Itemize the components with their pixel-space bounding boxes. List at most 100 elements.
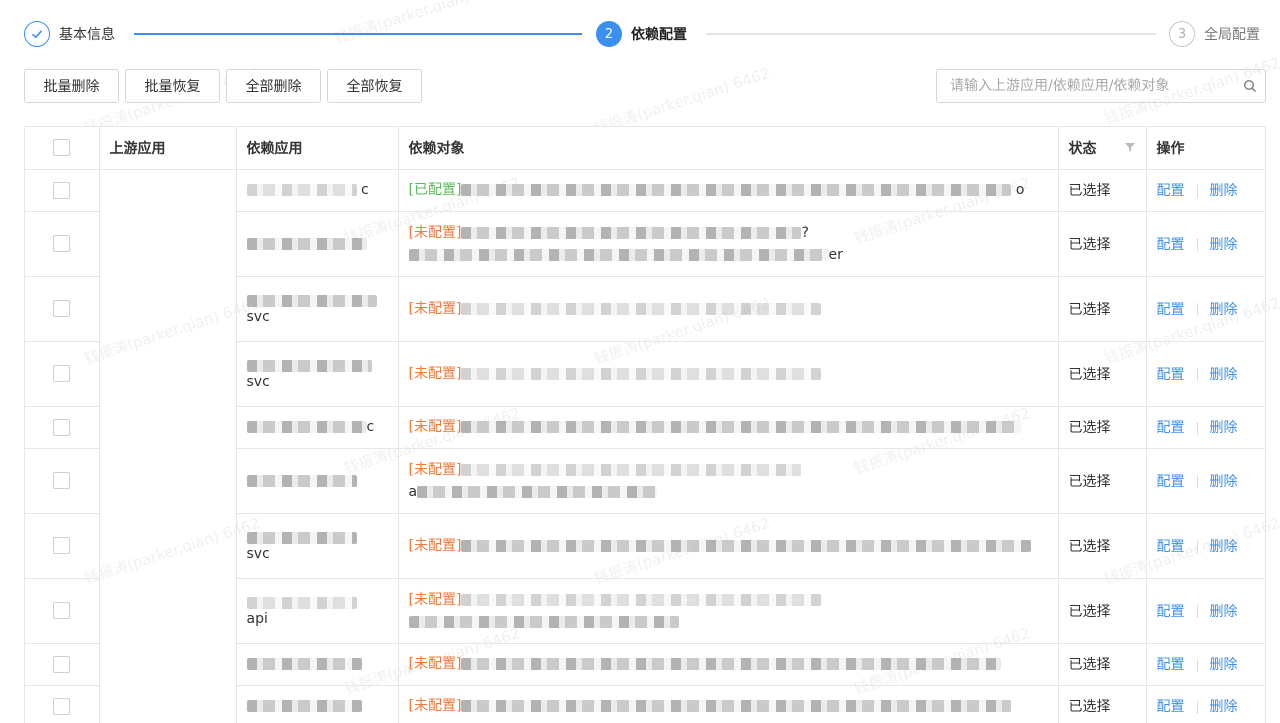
upstream-app-cell: [98, 169, 236, 723]
row-checkbox[interactable]: [53, 365, 71, 382]
delete-link[interactable]: 删除: [1210, 657, 1238, 673]
dep-app-text: svc: [246, 545, 270, 562]
step-label: 依赖配置: [631, 27, 687, 43]
ops-cell: 配置 删除: [1145, 169, 1265, 212]
row-checkbox[interactable]: [53, 537, 71, 554]
batch-restore-button[interactable]: 批量恢复: [125, 69, 220, 103]
row-checkbox[interactable]: [53, 472, 71, 489]
delete-link[interactable]: 删除: [1210, 367, 1238, 383]
step-connector-pending: [706, 33, 1156, 35]
config-tag: [未配置]: [408, 365, 462, 382]
row-checkbox[interactable]: [53, 235, 71, 252]
dep-app-cell: [235, 448, 398, 514]
search-icon[interactable]: [1235, 79, 1265, 93]
delete-link[interactable]: 删除: [1210, 539, 1238, 555]
table-header-row: 上游应用 依赖应用 依赖对象 状态 操作: [25, 127, 1265, 170]
config-tag: [已配置]: [408, 182, 462, 198]
config-tag: [未配置]: [408, 656, 462, 672]
config-link[interactable]: 配置: [1157, 539, 1185, 555]
config-tag: [未配置]: [408, 300, 462, 317]
row-checkbox[interactable]: [53, 181, 71, 199]
config-link[interactable]: 配置: [1157, 699, 1185, 715]
delete-link[interactable]: 删除: [1210, 420, 1238, 436]
dep-app-cell: svc: [235, 513, 398, 579]
delete-link[interactable]: 删除: [1210, 604, 1238, 620]
dep-obj-cell: [未配置]: [397, 341, 1058, 407]
delete-link[interactable]: 删除: [1210, 237, 1238, 253]
config-link[interactable]: 配置: [1157, 474, 1185, 490]
status-cell: 已选择: [1057, 578, 1146, 644]
config-link[interactable]: 配置: [1157, 420, 1185, 436]
dep-app-cell: svc: [235, 276, 398, 342]
search-box: [936, 69, 1266, 103]
step-global-config[interactable]: 3 全局配置: [1169, 20, 1260, 48]
step-connector-done: [134, 33, 582, 35]
dep-obj-cell: [未配置]: [397, 685, 1058, 723]
dep-obj-cell: [未配置] a: [397, 448, 1058, 514]
step-basic-info[interactable]: 基本信息: [24, 20, 115, 48]
ops-cell: 配置 删除: [1145, 513, 1265, 579]
row-checkbox[interactable]: [53, 602, 71, 619]
ops-cell: 配置 删除: [1145, 341, 1265, 407]
search-input[interactable]: [937, 70, 1235, 102]
config-link[interactable]: 配置: [1157, 237, 1185, 253]
row-checkbox[interactable]: [53, 655, 71, 673]
row-checkbox[interactable]: [53, 300, 71, 317]
step-dependency-config[interactable]: 2 依赖配置: [596, 20, 687, 48]
ops-cell: 配置 删除: [1145, 578, 1265, 644]
delete-link[interactable]: 删除: [1210, 699, 1238, 715]
status-cell: 已选择: [1057, 685, 1146, 723]
dep-obj-line2: er: [828, 246, 843, 263]
dep-app-cell: c: [235, 406, 398, 449]
dep-app-text: svc: [246, 308, 270, 325]
config-link[interactable]: 配置: [1157, 657, 1185, 673]
dep-app-cell: api: [235, 578, 398, 644]
ops-cell: 配置 删除: [1145, 406, 1265, 449]
dep-obj-cell: [未配置]? er: [397, 211, 1058, 277]
table-row: c [已配置] o 已选择 配置 删除: [25, 169, 1265, 723]
dep-obj-cell: [未配置]: [397, 578, 1058, 644]
status-cell: 已选择: [1057, 643, 1146, 686]
row-checkbox[interactable]: [53, 418, 71, 436]
dep-obj-cell: [未配置]: [397, 276, 1058, 342]
config-link[interactable]: 配置: [1157, 367, 1185, 383]
status-cell: 已选择: [1057, 169, 1146, 212]
delete-link[interactable]: 删除: [1210, 183, 1238, 199]
dep-obj-cell: [未配置]: [397, 513, 1058, 579]
dep-obj-text: ?: [801, 224, 809, 241]
status-cell: 已选择: [1057, 341, 1146, 407]
config-tag: [未配置]: [408, 419, 462, 435]
step-number: 3: [1169, 21, 1195, 47]
dep-app-text: c: [360, 182, 369, 198]
steps-bar: 基本信息 2 依赖配置 3 全局配置: [24, 20, 1269, 48]
dep-app-cell: [235, 685, 398, 723]
config-tag: [未配置]: [408, 461, 462, 478]
restore-all-button[interactable]: 全部恢复: [327, 69, 422, 103]
dep-obj-cell: [已配置] o: [397, 169, 1058, 212]
step-label: 基本信息: [59, 27, 115, 43]
ops-cell: 配置 删除: [1145, 211, 1265, 277]
delete-link[interactable]: 删除: [1210, 302, 1238, 318]
ops-cell: 配置 删除: [1145, 276, 1265, 342]
dep-app-cell: c: [235, 169, 398, 212]
dependency-table: 上游应用 依赖应用 依赖对象 状态 操作 c [已配置] o 已选择 配置 删除…: [24, 126, 1266, 723]
ops-cell: 配置 删除: [1145, 685, 1265, 723]
config-tag: [未配置]: [408, 591, 462, 608]
col-dep-app-header: 依赖应用: [235, 127, 398, 170]
config-link[interactable]: 配置: [1157, 604, 1185, 620]
row-checkbox[interactable]: [53, 697, 71, 715]
config-link[interactable]: 配置: [1157, 302, 1185, 318]
dep-app-text: svc: [246, 373, 270, 390]
status-header-label: 状态: [1068, 140, 1097, 157]
config-tag: [未配置]: [408, 537, 462, 554]
filter-icon[interactable]: [1124, 141, 1136, 157]
col-status-header: 状态: [1057, 127, 1146, 170]
delete-all-button[interactable]: 全部删除: [226, 69, 321, 103]
batch-delete-button[interactable]: 批量删除: [24, 69, 119, 103]
col-ops-header: 操作: [1145, 127, 1265, 170]
status-cell: 已选择: [1057, 448, 1146, 514]
status-cell: 已选择: [1057, 513, 1146, 579]
delete-link[interactable]: 删除: [1210, 474, 1238, 490]
config-link[interactable]: 配置: [1157, 183, 1185, 199]
select-all-checkbox[interactable]: [53, 139, 71, 157]
